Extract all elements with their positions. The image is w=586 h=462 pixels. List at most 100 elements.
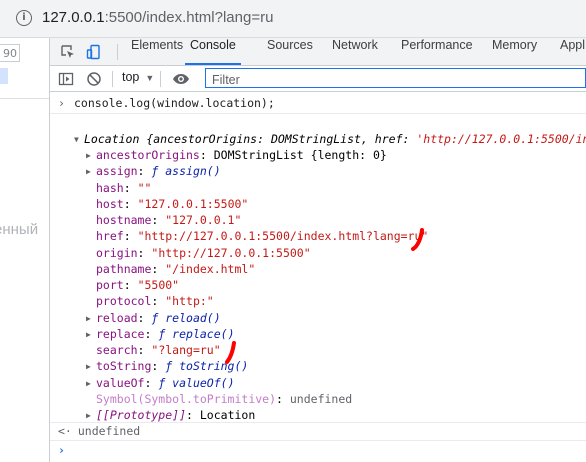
property-separator: : [137, 245, 152, 260]
property-value: "127.0.0.1" [165, 213, 242, 227]
caret-right-icon[interactable]: ▶ [86, 359, 96, 375]
property-separator: : [123, 196, 138, 211]
object-property: port: "5500" [96, 277, 179, 293]
object-type: Location [84, 132, 140, 146]
object-property[interactable]: ▶ ancestorOrigins: DOMStringList {length:… [86, 147, 387, 163]
property-value: DOMStringList {length: 0} [213, 148, 387, 162]
property-key: [[Prototype]] [96, 408, 187, 422]
tab-console[interactable]: Console [185, 38, 241, 65]
property-value: undefined [289, 391, 353, 406]
property-value: Location [199, 408, 256, 422]
filter-input[interactable] [206, 71, 585, 89]
object-property: protocol: "http:" [96, 293, 214, 309]
property-separator: : [151, 213, 166, 227]
context-selector[interactable]: top ▼ [122, 70, 154, 84]
property-value: ƒ replace() [158, 326, 235, 341]
caret-down-icon[interactable]: ▼ [74, 132, 84, 148]
divider [160, 71, 161, 87]
object-property: href: "http://127.0.0.1:5500/index.html?… [96, 228, 428, 244]
red-annotation-mark [411, 228, 424, 251]
property-key: host [96, 196, 124, 211]
tab-network[interactable]: Network [332, 38, 378, 65]
object-header[interactable]: ▼ Location {ancestorOrigins: DOMStringLis… [74, 131, 586, 147]
caret-right-icon[interactable]: ▶ [86, 327, 96, 343]
devtools-tab-bar: Elements Console Sources Network Perform… [50, 38, 586, 66]
object-property[interactable]: ▶ [[Prototype]]: Location [86, 407, 255, 423]
property-separator: : [137, 164, 152, 179]
object-property: Symbol(Symbol.toPrimitive): undefined [96, 391, 352, 407]
tab-memory[interactable]: Memory [492, 38, 537, 65]
tab-application[interactable]: Appl [560, 38, 585, 65]
property-key: search [96, 343, 138, 357]
tab-elements[interactable]: Elements [131, 38, 183, 65]
object-property[interactable]: ▶ valueOf: ƒ valueOf() [86, 375, 235, 391]
site-info-icon[interactable]: i [16, 10, 32, 26]
object-href-preview: 'http://127.0.0.1:5500/index [416, 132, 586, 146]
property-key: toString [96, 359, 152, 374]
console-output: › console.log(window.location); ▼ Locatio… [50, 92, 586, 462]
divider [112, 71, 113, 87]
caret-right-icon[interactable]: ▶ [86, 311, 96, 327]
console-result-line: <· undefined [50, 423, 586, 439]
property-key: hostname [96, 213, 152, 227]
property-key: pathname [96, 261, 152, 276]
object-property: origin: "http://127.0.0.1:5500" [96, 245, 311, 261]
object-property: hostname: "127.0.0.1" [96, 212, 241, 228]
property-value: "http://127.0.0.1:5500" [151, 245, 311, 260]
property-separator: : [144, 375, 159, 390]
device-toolbar-icon[interactable] [86, 44, 102, 60]
property-value: ƒ assign() [151, 164, 221, 179]
property-separator: : [186, 408, 200, 422]
red-annotation-mark [225, 341, 236, 364]
divider [117, 44, 118, 60]
property-key: href [96, 229, 124, 244]
property-key: assign [96, 164, 138, 179]
eye-icon[interactable] [172, 71, 190, 87]
property-value: "?lang=ru" [151, 343, 221, 357]
property-key: origin [96, 245, 138, 260]
console-prompt-line[interactable]: › [50, 442, 586, 458]
tab-performance[interactable]: Performance [401, 38, 473, 65]
property-key: Symbol(Symbol.toPrimitive) [96, 391, 277, 406]
property-separator: : [151, 261, 166, 276]
object-property[interactable]: ▶ replace: ƒ replace() [86, 326, 235, 342]
console-command: console.log(window.location); [74, 96, 275, 110]
url-host: 127.0.0.1 [42, 9, 105, 26]
url-text[interactable]: 127.0.0.1:5500/index.html?lang=ru [42, 9, 273, 26]
prompt-chevron-icon: › [58, 443, 65, 457]
property-key: ancestorOrigins [96, 148, 200, 162]
property-value: ƒ reload() [151, 310, 221, 325]
object-property[interactable]: ▶ reload: ƒ reload() [86, 310, 221, 326]
property-value: "5500" [137, 278, 180, 292]
property-value: "/index.html" [165, 261, 256, 276]
property-key: protocol [96, 294, 152, 309]
number-field[interactable]: 90 [0, 44, 20, 62]
address-bar[interactable]: i 127.0.0.1:5500/index.html?lang=ru [0, 0, 586, 38]
caret-right-icon[interactable]: ▶ [86, 376, 96, 392]
caret-right-icon[interactable]: ▶ [86, 148, 96, 164]
property-separator: : [123, 180, 138, 195]
property-value: ƒ valueOf() [158, 375, 235, 390]
console-toolbar: top ▼ [50, 66, 586, 92]
property-separator: : [144, 326, 159, 341]
property-value: "127.0.0.1:5500" [137, 196, 249, 211]
caret-right-icon[interactable]: ▶ [86, 164, 96, 180]
property-separator: : [276, 391, 290, 406]
result-value: undefined [77, 424, 141, 438]
property-key: reload [96, 310, 138, 325]
filter-field[interactable] [205, 68, 586, 89]
faded-page-text: енный [0, 221, 39, 238]
sidebar-toggle-icon[interactable] [58, 71, 74, 87]
property-separator: : [199, 148, 214, 162]
context-label: top [122, 70, 140, 84]
page-viewport: 90 енный [0, 38, 50, 462]
divider [50, 113, 586, 114]
tab-sources[interactable]: Sources [267, 38, 313, 65]
object-property[interactable]: ▶ assign: ƒ assign() [86, 163, 221, 179]
object-property: search: "?lang=ru" [96, 342, 221, 358]
inspect-element-icon[interactable] [60, 44, 76, 60]
property-separator: : [151, 294, 166, 309]
property-key: port [96, 278, 124, 292]
clear-console-icon[interactable] [86, 71, 102, 87]
property-key: replace [96, 326, 145, 341]
